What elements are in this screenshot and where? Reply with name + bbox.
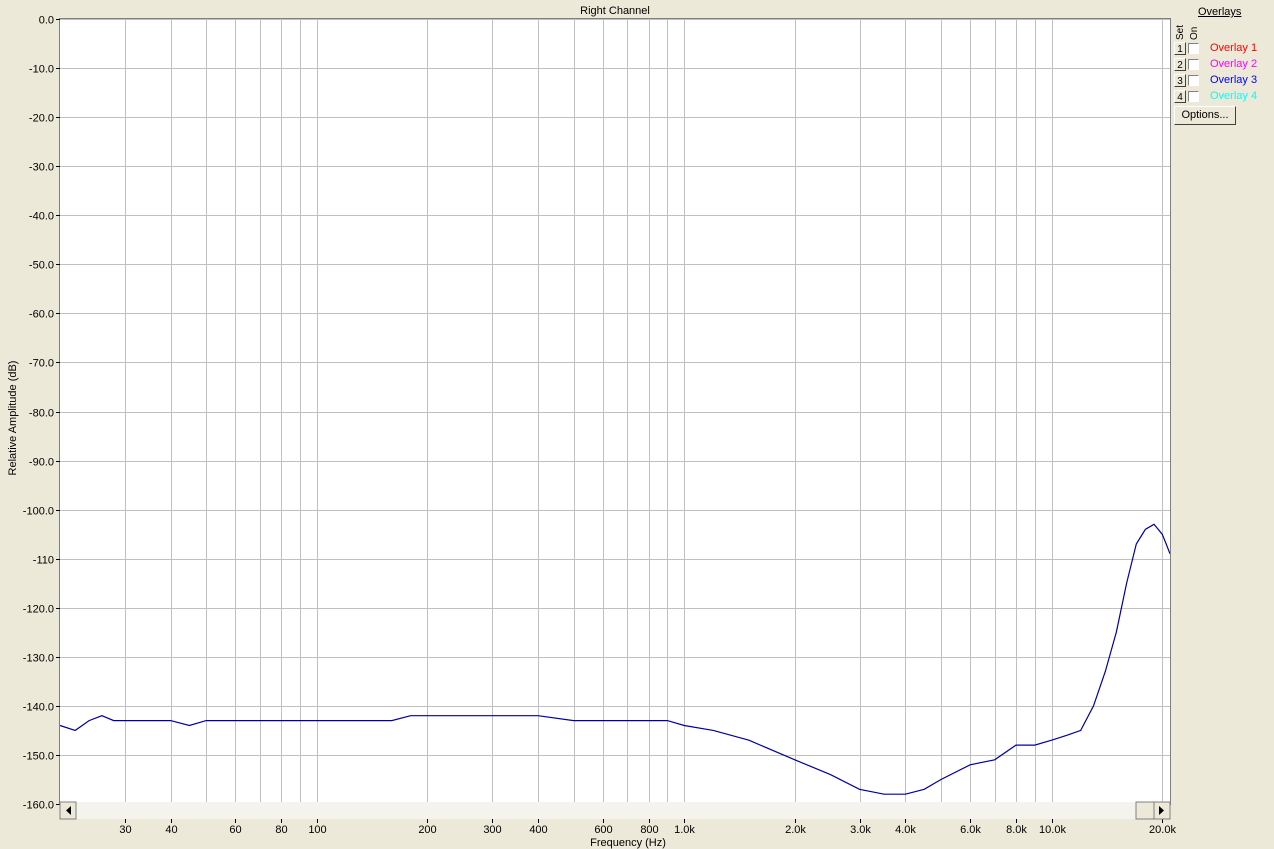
overlays-heading: Overlays <box>1198 6 1242 18</box>
x-tick-label: 60 <box>229 824 241 836</box>
options-button[interactable]: Options... <box>1174 106 1236 125</box>
set-column-label: Set <box>1175 24 1186 40</box>
x-tick-label: 8.0k <box>1006 824 1027 836</box>
overlay-row-2: 2 Overlay 2 <box>1174 58 1272 72</box>
overlay-row-1: 1 Overlay 1 <box>1174 42 1272 56</box>
overlay-4-set-button[interactable]: 4 <box>1174 90 1186 103</box>
overlays-panel: Overlays Set On 1 Overlay 1 2 Overlay 2 … <box>1172 4 1272 134</box>
y-tick-label: -110 <box>33 555 54 567</box>
overlay-row-3: 3 Overlay 3 <box>1174 74 1272 88</box>
y-tick-label: 0.0 <box>39 15 54 27</box>
y-axis: 0.0 -10.0 -20.0 -30.0 -40.0 -50.0 -60.0 -70.0 -8… <box>23 15 60 812</box>
plot-area <box>60 19 1170 804</box>
overlay-4-checkbox[interactable] <box>1188 91 1199 102</box>
on-column-label: On <box>1189 26 1200 40</box>
x-tick-label: 40 <box>165 824 177 836</box>
y-tick-label: -120.0 <box>23 604 54 616</box>
horizontal-scrollbar[interactable] <box>59 801 1171 820</box>
x-tick-label: 30 <box>119 824 131 836</box>
x-tick-label: 80 <box>275 824 287 836</box>
y-tick-label: -130.0 <box>23 653 54 665</box>
y-axis-label: Relative Amplitude (dB) <box>7 361 19 476</box>
y-tick-label: -10.0 <box>29 64 54 76</box>
y-tick-label: -40.0 <box>29 211 54 223</box>
overlay-3-label: Overlay 3 <box>1210 74 1258 86</box>
overlay-3-set-button[interactable]: 3 <box>1174 74 1186 87</box>
x-tick-label: 300 <box>483 824 501 836</box>
y-tick-label: -90.0 <box>29 457 54 469</box>
scrollbar-track[interactable] <box>60 802 1170 819</box>
y-tick-label: -80.0 <box>29 408 54 420</box>
x-tick-label: 2.0k <box>785 824 806 836</box>
y-tick-label: -70.0 <box>29 358 54 370</box>
overlay-row-4: 4 Overlay 4 <box>1174 90 1272 104</box>
x-tick-label: 4.0k <box>895 824 916 836</box>
overlay-4-label: Overlay 4 <box>1210 90 1258 102</box>
x-axis-label: Frequency (Hz) <box>590 837 666 849</box>
scroll-thumb[interactable] <box>1135 801 1155 820</box>
x-tick-label: 10.0k <box>1039 824 1066 836</box>
x-tick-label: 800 <box>640 824 658 836</box>
x-tick-label: 6.0k <box>960 824 981 836</box>
x-tick-label: 1.0k <box>674 824 695 836</box>
x-tick-label: 200 <box>418 824 436 836</box>
x-tick-label: 3.0k <box>850 824 871 836</box>
y-tick-label: -160.0 <box>23 800 54 812</box>
y-tick-label: -20.0 <box>29 113 54 125</box>
overlay-2-checkbox[interactable] <box>1188 59 1199 70</box>
y-tick-label: -140.0 <box>23 702 54 714</box>
overlay-3-checkbox[interactable] <box>1188 75 1199 86</box>
x-tick-label: 400 <box>529 824 547 836</box>
chart: Right Channel 0.0 -10.0 -20.0 -30.0 -40.0 -50… <box>7 5 1176 849</box>
y-tick-label: -30.0 <box>29 162 54 174</box>
overlay-2-label: Overlay 2 <box>1210 58 1258 70</box>
x-tick-label: 100 <box>308 824 326 836</box>
overlay-2-set-button[interactable]: 2 <box>1174 58 1186 71</box>
y-tick-label: -100.0 <box>23 506 54 518</box>
overlay-1-checkbox[interactable] <box>1188 43 1199 54</box>
x-tick-label: 20.0k <box>1149 824 1176 836</box>
y-tick-label: -150.0 <box>23 751 54 763</box>
x-axis: 30 40 60 80 100 200 300 400 600 800 1.0k 2.0k 3.0k 4.… <box>119 819 1176 836</box>
x-tick-label: 600 <box>594 824 612 836</box>
chart-title: Right Channel <box>580 5 650 17</box>
overlay-1-label: Overlay 1 <box>1210 42 1258 54</box>
y-tick-label: -50.0 <box>29 260 54 272</box>
overlay-1-set-button[interactable]: 1 <box>1174 42 1186 55</box>
y-tick-label: -60.0 <box>29 309 54 321</box>
